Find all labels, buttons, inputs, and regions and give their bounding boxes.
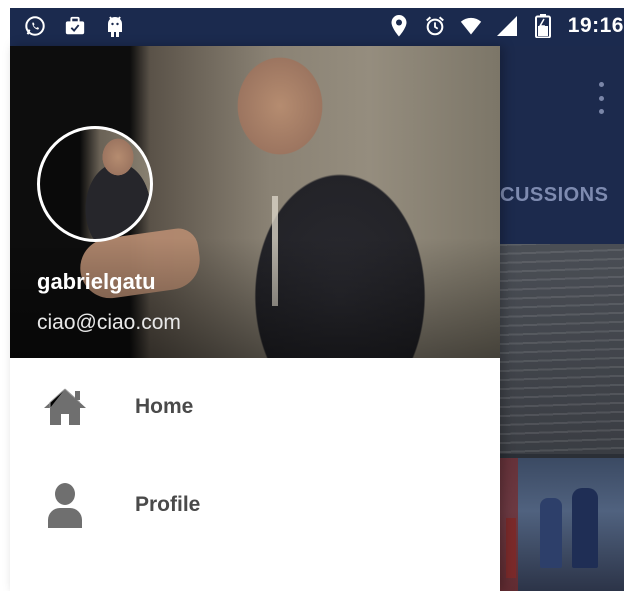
drawer-item-home[interactable]: Home	[10, 358, 500, 456]
person-icon	[42, 482, 88, 528]
user-email: ciao@ciao.com	[37, 311, 181, 334]
location-icon	[388, 14, 410, 38]
background-app: CUSSIONS	[500, 46, 624, 591]
battery-icon	[532, 14, 554, 38]
drawer-item-profile[interactable]: Profile	[10, 456, 500, 554]
alarm-icon	[424, 14, 446, 38]
status-bar: 19:16	[10, 8, 624, 46]
drawer-header: gabrielgatu ciao@ciao.com	[10, 46, 500, 358]
status-time: 19:16	[567, 14, 624, 37]
home-icon	[42, 384, 88, 430]
android-icon	[104, 14, 126, 38]
drawer-item-label: Home	[135, 395, 194, 418]
avatar[interactable]	[37, 126, 153, 242]
drawer-item-label: Profile	[135, 493, 201, 516]
wifi-icon	[460, 14, 482, 38]
tab-discussions[interactable]: CUSSIONS	[500, 184, 624, 207]
navigation-drawer: gabrielgatu ciao@ciao.com Home Profile	[10, 46, 500, 591]
content-card-image[interactable]	[500, 458, 624, 591]
briefcase-icon	[64, 14, 86, 38]
content-card-image[interactable]	[500, 244, 624, 454]
app-toolbar: CUSSIONS	[500, 46, 624, 244]
overflow-menu-icon[interactable]	[596, 82, 606, 114]
signal-icon	[496, 14, 518, 38]
drawer-menu: Home Profile	[10, 358, 500, 554]
whatsapp-icon	[24, 14, 46, 38]
username: gabrielgatu	[37, 269, 156, 294]
